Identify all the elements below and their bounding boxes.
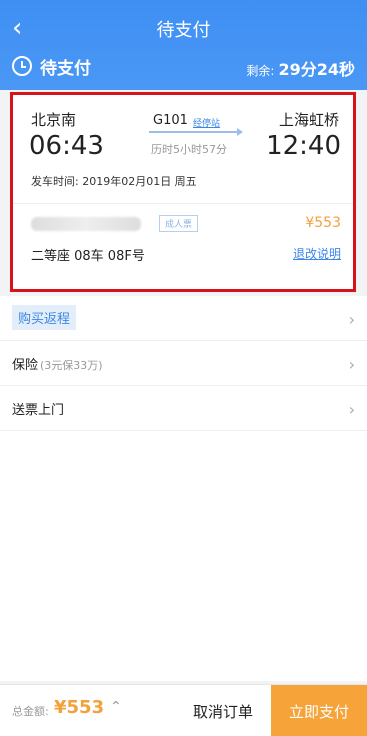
seat-info: 二等座 08车 08F号 [31, 249, 145, 264]
return-trip-row[interactable]: 购买返程 › [0, 296, 367, 341]
remaining-timer: 剩余: 29分24秒 [246, 56, 355, 80]
options-list: 购买返程 › 保险 (3元保33万) › 送票上门 › [0, 296, 367, 431]
ticket-card: 北京南 上海虹桥 06:43 12:40 G101 经停站 历时5小时57分 发… [10, 92, 356, 292]
page-title: 待支付 [156, 20, 211, 41]
passenger-name-blurred [31, 217, 141, 231]
passenger-type-badge: 成人票 [159, 215, 199, 232]
chevron-right-icon: › [348, 355, 355, 374]
cancel-order-button[interactable]: 取消订单 [178, 685, 268, 736]
footer-bar: 总金额: ¥553 ⌃ 取消订单 立即支付 [0, 684, 367, 736]
route-arrow-icon [149, 128, 243, 136]
departure-time: 06:43 [29, 131, 104, 161]
insurance-desc: (3元保33万) [40, 359, 103, 372]
insurance-title: 保险 [12, 358, 39, 373]
stops-link[interactable]: 经停站 [193, 116, 220, 129]
pay-now-button[interactable]: 立即支付 [271, 685, 367, 736]
chevron-right-icon: › [348, 400, 355, 419]
delivery-row[interactable]: 送票上门 › [0, 386, 367, 431]
header-bar: ‹ 待支付 待支付 剩余: 29分24秒 [0, 0, 367, 90]
train-number: G101 [153, 113, 188, 128]
clock-icon [12, 56, 32, 76]
departure-date: 发车时间: 2019年02月01日 周五 [31, 175, 197, 188]
insurance-label: 保险 (3元保33万) [12, 354, 103, 373]
total-label: 总金额: [12, 705, 49, 718]
divider [13, 203, 353, 204]
departure-station: 北京南 [31, 111, 77, 129]
arrival-time: 12:40 [266, 131, 341, 161]
order-status: 待支付 [40, 58, 91, 79]
travel-duration: 历时5小时57分 [151, 143, 227, 156]
content-area [0, 431, 367, 681]
ticket-price: ¥553 [305, 215, 341, 231]
status-row: 待支付 [12, 54, 91, 79]
delivery-label: 送票上门 [12, 403, 65, 418]
total-amount: ¥553 [54, 697, 105, 718]
remaining-time: 29分24秒 [278, 60, 355, 79]
remaining-label: 剩余: [246, 64, 275, 78]
arrival-station: 上海虹桥 [278, 111, 339, 129]
insurance-row[interactable]: 保险 (3元保33万) › [0, 341, 367, 386]
chevron-up-icon[interactable]: ⌃ [110, 699, 122, 715]
return-trip-label: 购买返程 [12, 305, 77, 330]
chevron-right-icon: › [348, 310, 355, 329]
refund-policy-link[interactable]: 退改说明 [293, 245, 341, 262]
